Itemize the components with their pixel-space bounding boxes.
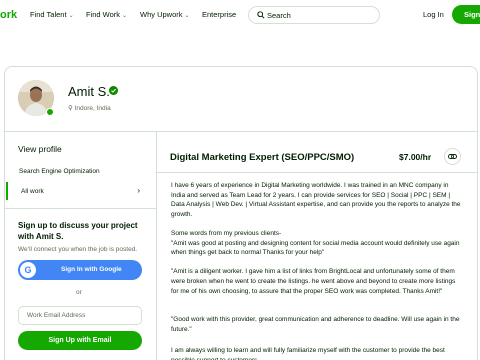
signup-cta-subtitle: We’ll connect you when the job is posted… [18, 246, 138, 253]
description-paragraph: I have 6 years of experience in Digital … [171, 182, 461, 218]
profile-name: Amit S. [68, 84, 110, 99]
or-separator: or [76, 289, 82, 296]
description-paragraph: I am always willing to learn and will fu… [171, 347, 445, 360]
top-header: ork Find Talent ⌄ Find Work ⌄ Why Upwork ⌄ … [0, 0, 480, 30]
view-profile-heading: View profile [18, 144, 62, 154]
nav-why-upwork[interactable]: Why Upwork ⌄ [140, 10, 190, 19]
signup-email-button[interactable]: Sign Up with Email [18, 331, 142, 350]
chevron-down-icon: ⌄ [122, 13, 128, 19]
description-paragraph: "Amit is a diligent worker. I gave him a… [171, 268, 456, 295]
nav-enterprise[interactable]: Enterprise [202, 10, 236, 19]
search-label: Search [267, 11, 291, 20]
google-signin-button[interactable]: G Sign In with Google [18, 260, 142, 280]
location-text: Indore, India [74, 105, 111, 112]
login-link[interactable]: Log In [423, 10, 444, 19]
horizontal-divider [5, 131, 477, 132]
online-status-dot [46, 108, 54, 116]
job-title: Digital Marketing Expert (SEO/PPC/SMO) [170, 152, 355, 163]
vertical-divider [156, 131, 157, 360]
search-box[interactable]: Search [248, 6, 380, 24]
nav-find-work-label: Find Work [86, 10, 121, 19]
google-icon: G [20, 262, 36, 278]
sidebar-item-label: All work [21, 188, 44, 195]
upwork-logo[interactable]: ork [0, 9, 17, 21]
location-pin-icon: ⚲ [68, 105, 75, 112]
link-icon [448, 154, 457, 159]
nav-why-upwork-label: Why Upwork [140, 10, 183, 19]
email-field[interactable] [18, 306, 142, 325]
description-paragraph: "Good work with this provider, great com… [171, 316, 460, 333]
chevron-down-icon: ⌄ [68, 13, 74, 19]
chevron-down-icon: ⌄ [184, 13, 190, 19]
nav-find-talent[interactable]: Find Talent ⌄ [30, 10, 74, 19]
hourly-rate: $7.00/hr [399, 152, 432, 162]
verified-icon [109, 86, 118, 95]
google-signin-label: Sign In with Google [61, 266, 122, 273]
content-divider [157, 172, 477, 173]
copy-link-button[interactable] [444, 148, 461, 165]
signup-cta-title: Sign up to discuss your project with Ami… [18, 221, 138, 241]
search-icon [257, 11, 265, 19]
sidebar-item-all-work[interactable]: All work › [6, 182, 156, 200]
location: ⚲ Indore, India [68, 104, 111, 112]
description-paragraph: Some words from my previous clients- "Am… [171, 229, 460, 257]
sidebar-divider [5, 208, 156, 209]
signup-button[interactable]: Sign [452, 5, 480, 24]
sidebar-item-seo[interactable]: Search Engine Optimization [19, 168, 100, 175]
nav-find-work[interactable]: Find Work ⌄ [86, 10, 127, 19]
nav-find-talent-label: Find Talent [30, 10, 67, 19]
job-description: I have 6 years of experience in Digital … [171, 181, 463, 360]
chevron-right-icon: › [137, 186, 140, 195]
